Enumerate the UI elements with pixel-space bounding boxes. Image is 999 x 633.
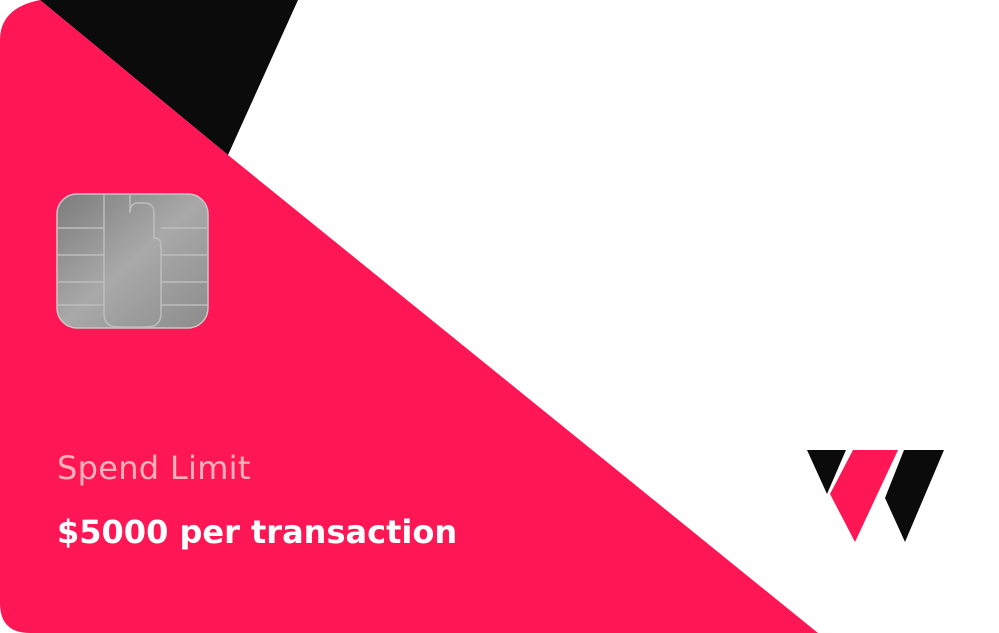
spend-limit-value: $5000 per transaction bbox=[57, 513, 458, 551]
w-logo-icon bbox=[807, 450, 944, 542]
payment-card: Spend Limit $5000 per transaction bbox=[0, 0, 999, 633]
spend-limit-label: Spend Limit bbox=[57, 449, 251, 487]
emv-chip-icon bbox=[56, 193, 209, 329]
